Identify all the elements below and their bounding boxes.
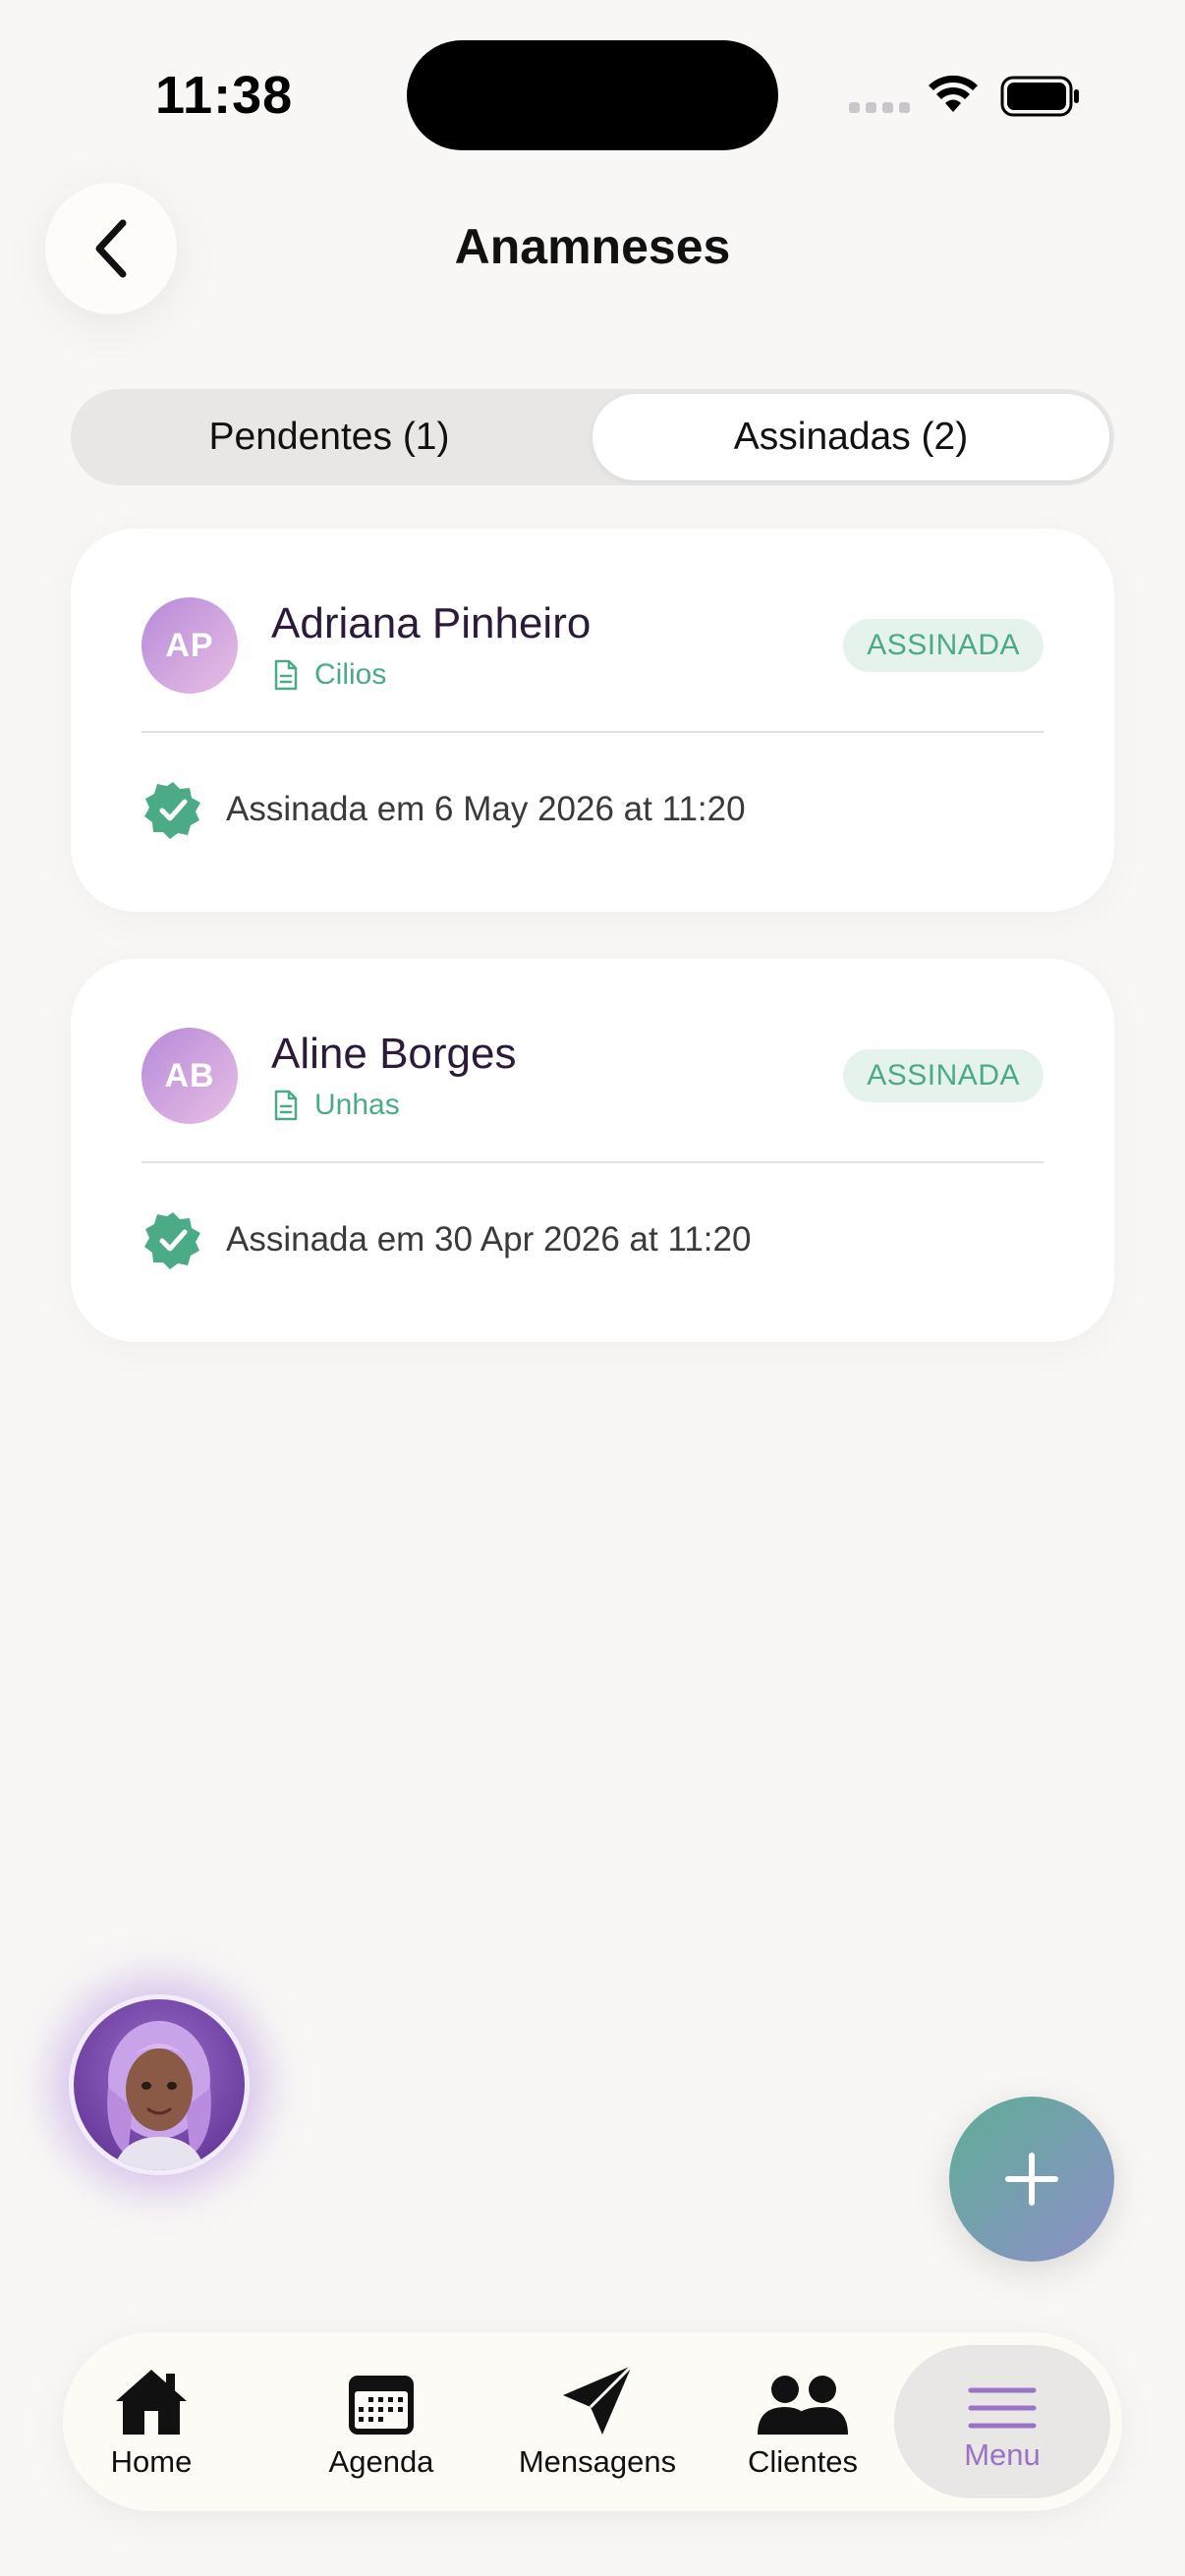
signed-date: Assinada em 6 May 2026 at 11:20: [226, 790, 746, 828]
page-title: Anamneses: [454, 219, 731, 274]
service-name: Cilios: [314, 658, 387, 691]
tab-agenda[interactable]: Agenda: [316, 2332, 446, 2511]
client-name: Adriana Pinheiro: [271, 599, 592, 647]
signed-row: Assinada em 6 May 2026 at 11:20: [143, 780, 746, 839]
home-icon: [116, 2370, 187, 2435]
assistant-avatar-button[interactable]: [69, 1994, 250, 2175]
client-name: Aline Borges: [271, 1030, 517, 1078]
cellular-signal-icon: [849, 102, 910, 113]
service-label: Cilios: [273, 658, 386, 692]
status-time: 11:38: [155, 66, 294, 125]
verified-check-icon: [144, 782, 200, 839]
status-badge: ASSINADA: [843, 619, 1044, 672]
segmented-control: Pendentes (1) Assinadas (2): [71, 389, 1114, 485]
tab-assinadas[interactable]: Assinadas (2): [592, 394, 1109, 480]
plus-icon: [1005, 2153, 1058, 2206]
send-icon: [563, 2364, 634, 2435]
calendar-icon: [349, 2376, 414, 2435]
avatar: AP: [141, 597, 238, 694]
dynamic-island: [407, 40, 778, 150]
tab-label: Mensagens: [518, 2444, 677, 2479]
tab-home[interactable]: Home: [92, 2332, 210, 2511]
add-button[interactable]: [949, 2097, 1114, 2262]
anamnesis-card[interactable]: AB Aline Borges Unhas ASSINADA Assinada …: [71, 959, 1114, 1342]
people-icon: [758, 2376, 848, 2435]
tab-label: Menu: [964, 2437, 1041, 2472]
divider: [141, 731, 1044, 733]
menu-icon: [968, 2387, 1037, 2429]
divider: [141, 1161, 1044, 1163]
avatar: AB: [141, 1028, 238, 1124]
battery-icon: [1000, 76, 1079, 117]
anamnesis-card[interactable]: AP Adriana Pinheiro Cilios ASSINADA Assi…: [71, 529, 1114, 912]
status-badge: ASSINADA: [843, 1049, 1044, 1102]
tab-pendentes[interactable]: Pendentes (1): [71, 389, 588, 485]
document-icon: [274, 659, 298, 691]
wifi-icon: [929, 75, 978, 112]
bottom-tab-bar: Home Agenda Mensagens Clientes Menu: [63, 2332, 1122, 2511]
service-label: Unhas: [273, 1089, 400, 1122]
assistant-avatar-icon: [107, 2021, 211, 2170]
tab-mensagens[interactable]: Mensagens: [509, 2332, 686, 2511]
document-icon: [274, 1090, 298, 1121]
tab-label: Agenda: [328, 2444, 434, 2479]
tab-menu[interactable]: Menu: [894, 2345, 1110, 2498]
signed-row: Assinada em 30 Apr 2026 at 11:20: [143, 1210, 751, 1269]
verified-check-icon: [144, 1212, 200, 1269]
tab-clientes[interactable]: Clientes: [739, 2332, 867, 2511]
tab-label: Clientes: [748, 2444, 858, 2479]
tab-label: Home: [110, 2444, 193, 2479]
signed-date: Assinada em 30 Apr 2026 at 11:20: [226, 1220, 752, 1259]
service-name: Unhas: [314, 1089, 400, 1121]
